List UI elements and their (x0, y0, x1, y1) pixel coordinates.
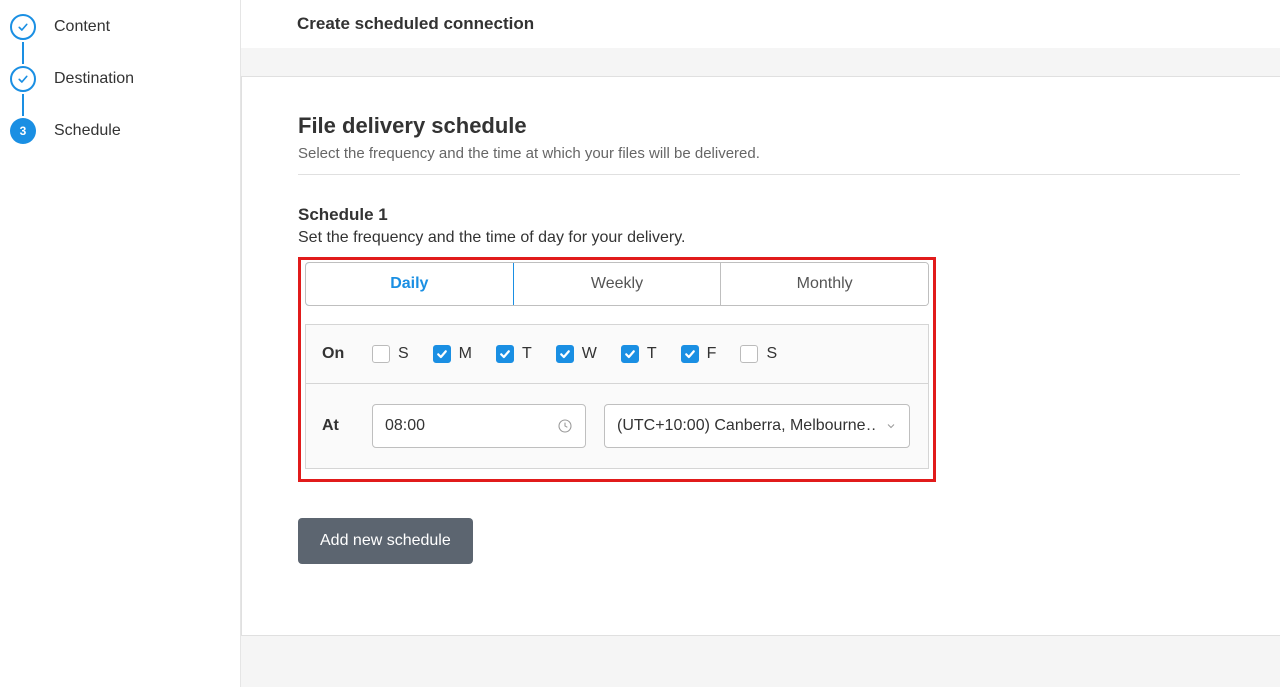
clock-icon (557, 418, 573, 434)
schedule-subheading: Set the frequency and the time of day fo… (298, 229, 1280, 247)
checkbox[interactable] (681, 345, 699, 363)
checkbox[interactable] (433, 345, 451, 363)
add-schedule-button[interactable]: Add new schedule (298, 518, 473, 564)
section-subtitle: Select the frequency and the time at whi… (298, 145, 1280, 162)
day-wednesday[interactable]: W (556, 345, 597, 363)
step-content[interactable]: Content (10, 12, 240, 42)
checkbox[interactable] (372, 345, 390, 363)
check-icon (10, 66, 36, 92)
step-connector (22, 94, 24, 116)
step-destination[interactable]: Destination (10, 64, 240, 94)
day-label: W (582, 345, 597, 363)
on-label: On (322, 345, 372, 363)
checkbox[interactable] (556, 345, 574, 363)
at-label: At (322, 417, 372, 435)
day-label: T (522, 345, 532, 363)
check-icon (10, 14, 36, 40)
checkbox[interactable] (740, 345, 758, 363)
day-sunday[interactable]: S (372, 345, 409, 363)
schedule-highlight-box: Daily Weekly Monthly On S (298, 257, 936, 482)
timezone-value: (UTC+10:00) Canberra, Melbourne… (617, 417, 877, 435)
day-monday[interactable]: M (433, 345, 472, 363)
schedule-panel: File delivery schedule Select the freque… (241, 76, 1280, 636)
schedule-heading: Schedule 1 (298, 205, 1280, 225)
time-value: 08:00 (385, 417, 425, 435)
step-label: Content (54, 18, 110, 36)
day-tuesday[interactable]: T (496, 345, 532, 363)
day-checkbox-group: S M T (372, 345, 777, 363)
tab-monthly[interactable]: Monthly (720, 263, 928, 305)
day-label: S (398, 345, 409, 363)
tab-weekly[interactable]: Weekly (513, 263, 721, 305)
step-schedule[interactable]: 3 Schedule (10, 116, 240, 146)
frequency-tabs: Daily Weekly Monthly (305, 262, 929, 306)
day-label: T (647, 345, 657, 363)
divider (298, 174, 1240, 175)
step-label: Schedule (54, 122, 121, 140)
day-label: M (459, 345, 472, 363)
step-connector (22, 42, 24, 64)
main-content: Create scheduled connection File deliver… (241, 0, 1280, 687)
days-row: On S M (306, 325, 928, 383)
chevron-down-icon (885, 420, 897, 432)
section-title: File delivery schedule (298, 113, 1280, 139)
time-row: At 08:00 (UTC+10:00) Canberra, Melbourne… (306, 383, 928, 468)
day-saturday[interactable]: S (740, 345, 777, 363)
wizard-steps-sidebar: Content Destination 3 Schedule (0, 0, 241, 687)
checkbox[interactable] (621, 345, 639, 363)
day-thursday[interactable]: T (621, 345, 657, 363)
day-label: S (766, 345, 777, 363)
step-number-badge: 3 (10, 118, 36, 144)
schedule-settings-table: On S M (305, 324, 929, 469)
tab-daily[interactable]: Daily (305, 262, 514, 306)
content-background: File delivery schedule Select the freque… (241, 48, 1280, 687)
day-label: F (707, 345, 717, 363)
step-label: Destination (54, 70, 134, 88)
day-friday[interactable]: F (681, 345, 717, 363)
page-title: Create scheduled connection (241, 0, 1280, 48)
time-input[interactable]: 08:00 (372, 404, 586, 448)
checkbox[interactable] (496, 345, 514, 363)
timezone-select[interactable]: (UTC+10:00) Canberra, Melbourne… (604, 404, 910, 448)
